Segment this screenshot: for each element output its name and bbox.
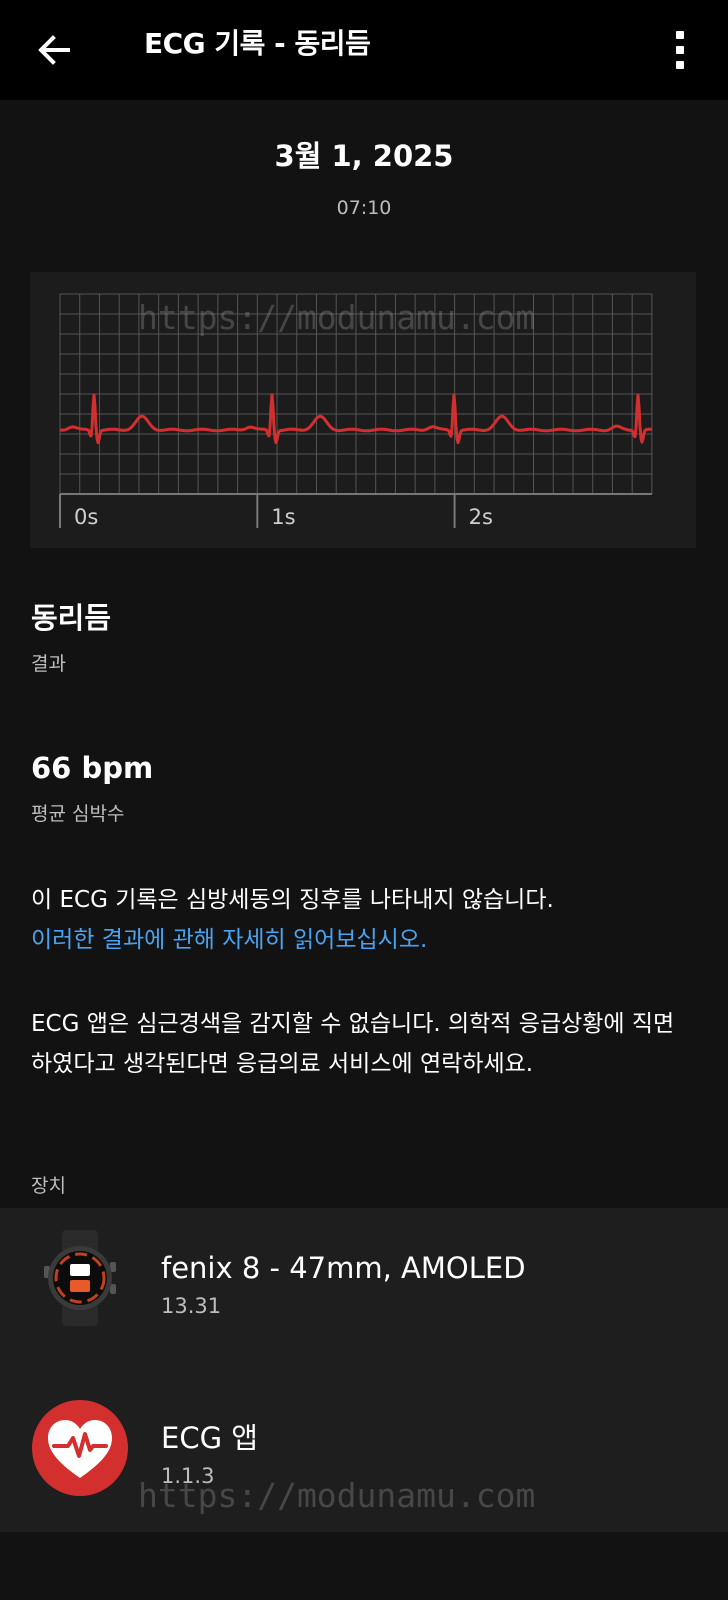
device-version: 1.1.3: [161, 1464, 215, 1488]
record-date: 3월 1, 2025: [274, 139, 454, 173]
learn-more-link[interactable]: 이러한 결과에 관해 자세히 읽어보십시오.: [31, 920, 427, 960]
arrow-left-icon: [38, 35, 70, 65]
device-item-watch[interactable]: fenix 8 - 47mm, AMOLED 13.31: [0, 1212, 728, 1352]
back-button[interactable]: [26, 22, 82, 78]
watch-icon: [44, 1230, 116, 1326]
heart-rate-label: 평균 심박수: [31, 803, 125, 825]
page-title: ECG 기록 - 동리듬: [144, 27, 371, 60]
device-item-ecg-app[interactable]: ECG 앱 1.1.3: [0, 1382, 728, 1522]
ecg-chart-svg: 0s 1s 2s: [59, 293, 653, 529]
device-version: 13.31: [161, 1294, 222, 1318]
disclaimer-text: ECG 앱은 심근경색을 감지할 수 없습니다. 의학적 응급상황에 직면하였다…: [31, 1011, 675, 1077]
ecg-chart: 0s 1s 2s: [30, 272, 696, 548]
devices-section-label: 장치: [31, 1175, 66, 1197]
device-name: ECG 앱: [161, 1421, 258, 1455]
ecg-tick-label: 1s: [271, 505, 295, 529]
result-value: 동리듬: [31, 601, 112, 635]
result-label: 결과: [31, 653, 66, 675]
heart-pulse-icon: [32, 1400, 128, 1496]
device-name: fenix 8 - 47mm, AMOLED: [161, 1251, 526, 1285]
ecg-tick-label: 0s: [74, 505, 98, 529]
result-statement: 이 ECG 기록은 심방세동의 징후를 나타내지 않습니다.: [31, 887, 554, 913]
more-options-button[interactable]: [660, 20, 700, 80]
heart-rate-value: 66 bpm: [31, 751, 154, 785]
record-time: 07:10: [336, 197, 392, 219]
more-vertical-icon: [676, 31, 684, 39]
ecg-grid: [59, 293, 653, 495]
ecg-tick-label: 2s: [469, 505, 493, 529]
ecg-x-axis: 0s 1s 2s: [59, 493, 652, 529]
app-bar: ECG 기록 - 동리듬: [0, 0, 728, 100]
